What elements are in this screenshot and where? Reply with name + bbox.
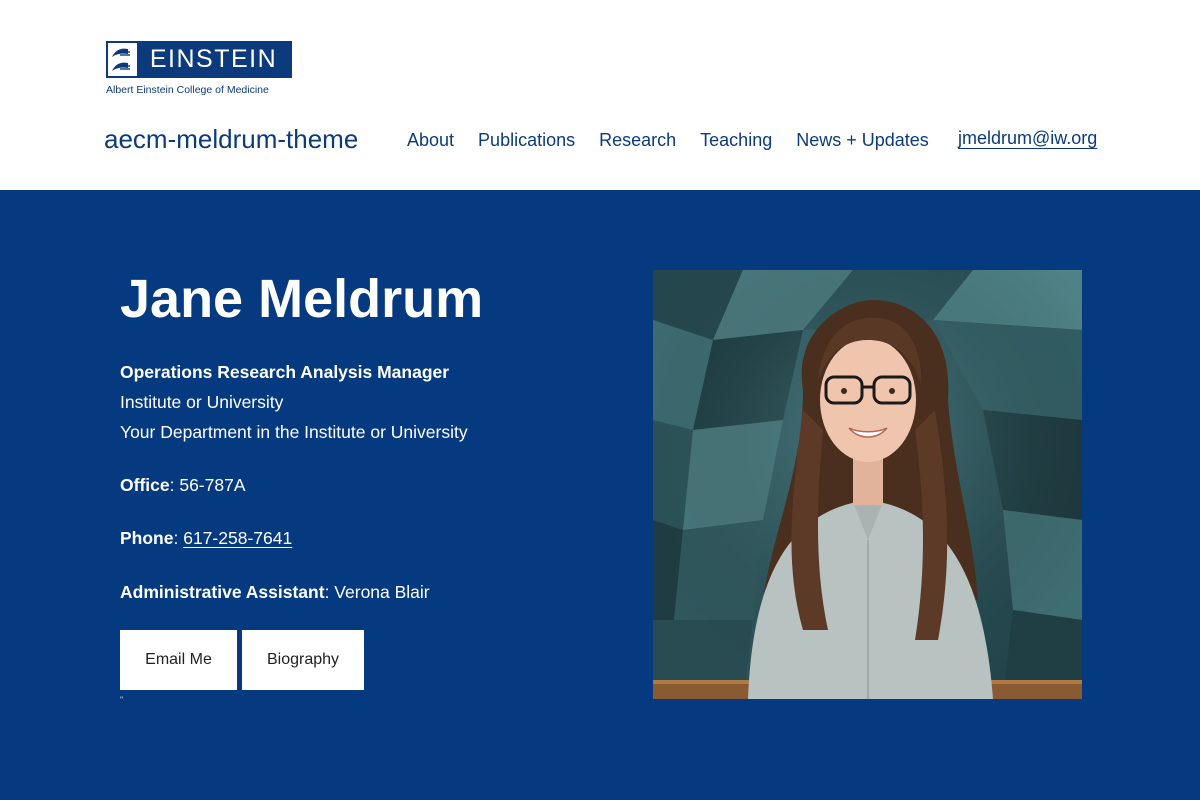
einstein-logo[interactable]: EINSTEIN Albert Einstein College of Medi… [106, 41, 292, 97]
profile-role: Operations Research Analysis Manager [120, 362, 450, 382]
nav-item-research[interactable]: Research [599, 130, 676, 151]
profile-photo-illustration [653, 270, 1082, 699]
profile-photo [653, 270, 1082, 699]
main-nav: About Publications Research Teaching New… [407, 130, 953, 151]
logo-wordmark: EINSTEIN [137, 43, 290, 76]
nav-item-about[interactable]: About [407, 130, 454, 151]
office-label: Office [120, 475, 170, 495]
profile-name: Jane Meldrum [120, 269, 484, 329]
biography-button[interactable]: Biography [242, 630, 364, 690]
site-header: EINSTEIN Albert Einstein College of Medi… [0, 0, 1200, 190]
phone-line: Phone: 617-258-7641 [120, 528, 293, 548]
nav-email-link[interactable]: jmeldrum@iw.org [958, 128, 1097, 149]
profile-hero: Jane Meldrum Operations Research Analysi… [0, 190, 1200, 800]
phone-link[interactable]: 617-258-7641 [183, 528, 292, 548]
email-me-button[interactable]: Email Me [120, 630, 237, 690]
assistant-line: Administrative Assistant: Verona Blair [120, 582, 430, 602]
phone-label: Phone [120, 528, 174, 548]
logo-subtitle: Albert Einstein College of Medicine [106, 84, 269, 96]
office-value: 56-787A [179, 475, 246, 495]
office-line: Office: 56-787A [120, 475, 246, 495]
assistant-label: Administrative Assistant [120, 582, 325, 602]
profile-department: Your Department in the Institute or Univ… [120, 422, 468, 442]
nav-item-news-updates[interactable]: News + Updates [796, 130, 929, 151]
assistant-value: Verona Blair [334, 582, 430, 602]
nav-item-publications[interactable]: Publications [478, 130, 575, 151]
einstein-logo-mark-icon [108, 43, 137, 76]
stray-mark: " [120, 695, 124, 705]
profile-institution: Institute or University [120, 392, 284, 412]
site-title[interactable]: aecm-meldrum-theme [104, 124, 358, 155]
logo-box: EINSTEIN [106, 41, 292, 78]
nav-item-teaching[interactable]: Teaching [700, 130, 772, 151]
